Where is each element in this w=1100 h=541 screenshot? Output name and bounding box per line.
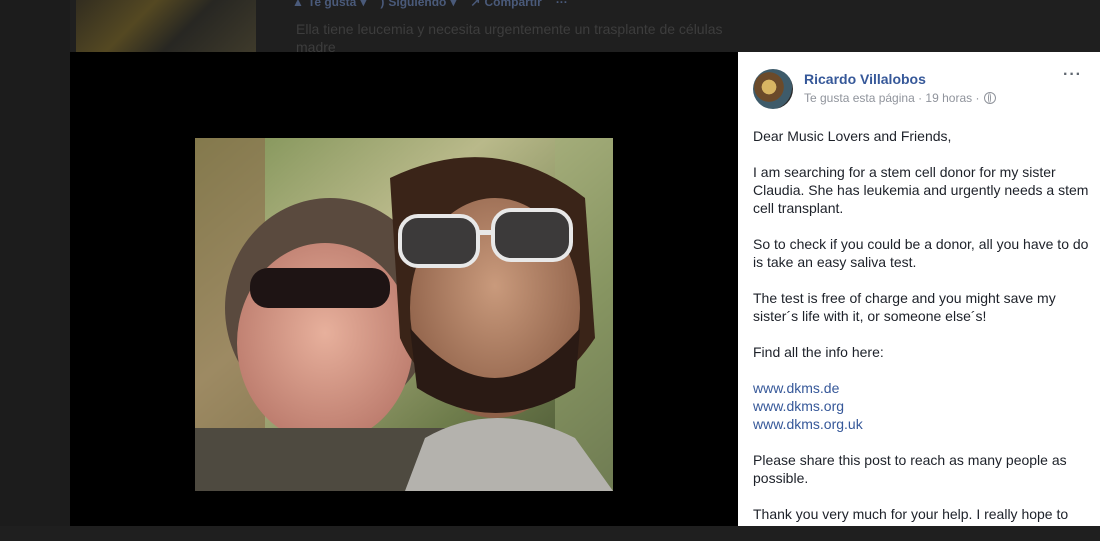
- link-dkms-org-uk[interactable]: www.dkms.org.uk: [753, 415, 1089, 433]
- post-meta: Te gusta esta página · 19 horas ·: [804, 91, 997, 105]
- background-post-text: Ella tiene leucemia y necesita urgenteme…: [296, 21, 723, 55]
- share-button: ↗ Compartir: [470, 0, 541, 11]
- following-button: ) Siguiendo ▾: [380, 0, 456, 11]
- avatar[interactable]: [753, 69, 793, 109]
- post-meta-text: Te gusta esta página · 19 horas ·: [804, 91, 980, 105]
- chevron-down-icon: ▾: [360, 0, 367, 9]
- post-body: Dear Music Lovers and Friends, I am sear…: [753, 127, 1089, 541]
- photo-viewer[interactable]: [70, 52, 738, 526]
- post-greeting: Dear Music Lovers and Friends,: [753, 128, 952, 144]
- post-paragraph-3: The test is free of charge and you might…: [753, 290, 1056, 324]
- photo-image: [195, 138, 613, 491]
- more-options-button: ···: [555, 0, 568, 9]
- background-action-bar: ▲ Te gusta ▾ ) Siguiendo ▾ ↗ Compartir ·…: [292, 0, 568, 11]
- globe-icon[interactable]: [984, 92, 997, 104]
- link-dkms-org[interactable]: www.dkms.org: [753, 397, 1089, 415]
- background-right-area: [738, 0, 1100, 52]
- post-paragraph-4: Find all the info here:: [753, 344, 884, 360]
- post-links: www.dkms.de www.dkms.org www.dkms.org.uk: [753, 379, 1089, 433]
- post-paragraph-5: Please share this post to reach as many …: [753, 452, 1067, 486]
- rss-icon: ): [380, 0, 385, 9]
- background-post-thumbnail: [76, 0, 256, 52]
- author-name[interactable]: Ricardo Villalobos: [804, 71, 926, 87]
- post-photo[interactable]: [195, 138, 613, 491]
- post-panel: Ricardo Villalobos Te gusta esta página …: [738, 52, 1100, 526]
- share-icon: ↗: [470, 0, 481, 9]
- background-left-area: [0, 0, 70, 526]
- chevron-down-icon: ▾: [450, 0, 457, 9]
- post-paragraph-1: I am searching for a stem cell donor for…: [753, 164, 1089, 216]
- more-options-icon[interactable]: ···: [1063, 66, 1082, 84]
- post-paragraph-6: Thank you very much for your help. I rea…: [753, 506, 1069, 522]
- like-icon: ▲: [292, 0, 304, 9]
- like-button: ▲ Te gusta ▾: [292, 0, 366, 11]
- post-paragraph-2: So to check if you could be a donor, all…: [753, 236, 1089, 270]
- link-dkms-de[interactable]: www.dkms.de: [753, 379, 1089, 397]
